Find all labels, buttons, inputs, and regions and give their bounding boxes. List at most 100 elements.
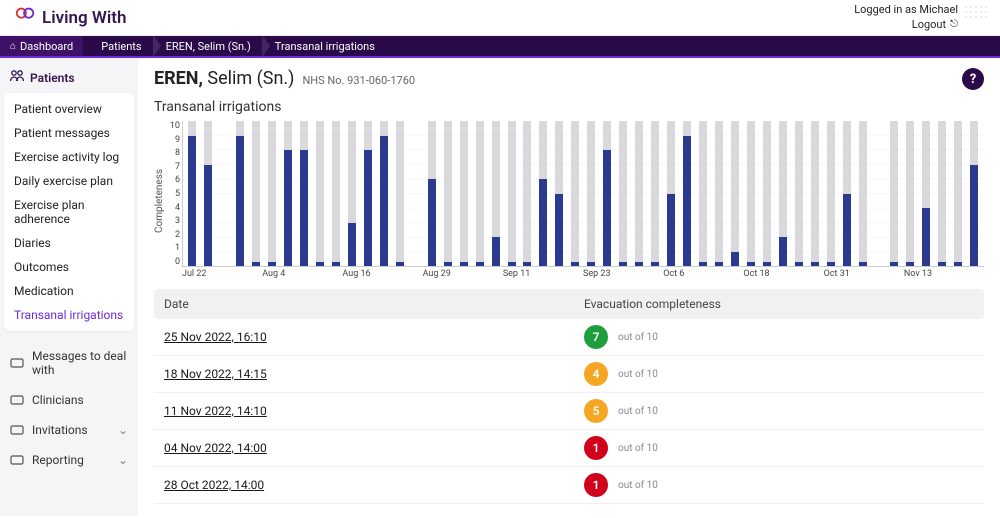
home-icon: ⌂ [10, 41, 16, 52]
sidebar-item[interactable]: Exercise activity log [4, 145, 134, 169]
chart-xtick: Aug 4 [262, 269, 342, 281]
chart-bar [743, 121, 758, 266]
chart-yaxis: 109876543210 [168, 121, 182, 281]
chart-bar [696, 121, 711, 266]
logged-in-text: Logged in as Michael [854, 3, 958, 17]
reading-date-link[interactable]: 11 Nov 2022, 14:10 [164, 404, 267, 418]
reading-date-link[interactable]: 18 Nov 2022, 14:15 [164, 367, 267, 381]
chart-bar [919, 121, 934, 266]
reading-date-link[interactable]: 04 Nov 2022, 14:00 [164, 441, 267, 455]
chart-bar [456, 121, 471, 266]
score-badge: 7 [584, 325, 608, 349]
chart-bar [823, 121, 838, 266]
chart-bar [775, 121, 790, 266]
chart-xtick: Oct 31 [824, 269, 904, 281]
chart-bar [711, 121, 726, 266]
help-button[interactable]: ? [962, 68, 984, 90]
breadcrumb-item[interactable]: Transanal irrigations [265, 40, 389, 53]
sidebar-item[interactable]: Exercise plan adherence [4, 193, 134, 231]
chart-xtick: Jul 22 [182, 269, 262, 281]
sidebar-row-message[interactable]: Messages to deal with [0, 341, 138, 385]
chart-bar [552, 121, 567, 266]
sidebar-item[interactable]: Daily exercise plan [4, 169, 134, 193]
sidebar-heading-patients[interactable]: Patients [0, 62, 138, 93]
logout-link[interactable]: Logout [912, 18, 946, 32]
chart-bar [951, 121, 966, 266]
breadcrumb-home-label: Dashboard [20, 40, 73, 53]
reading-date-link[interactable]: 25 Nov 2022, 16:10 [164, 330, 267, 344]
table-row: 25 Nov 2022, 16:10 7 out of 10 [154, 319, 984, 356]
out-of-label: out of 10 [618, 369, 658, 380]
chart-bar [839, 121, 854, 266]
chart-bar [488, 121, 503, 266]
chart-bar [664, 121, 679, 266]
chart-xaxis: Jul 22Aug 4Aug 16Aug 29Sep 11Sep 23Oct 6… [182, 267, 984, 281]
chart-bar [632, 121, 647, 266]
chart-bar [536, 121, 551, 266]
sidebar-row-label: Messages to deal with [32, 349, 128, 377]
out-of-label: out of 10 [618, 406, 658, 417]
envelope-icon [10, 424, 24, 436]
chart-bar [600, 121, 615, 266]
chart-bar [265, 121, 280, 266]
chart-bars [182, 121, 984, 267]
chart-bar [217, 121, 232, 266]
sidebar-item[interactable]: Transanal irrigations [4, 303, 134, 327]
chart-xtick: Sep 23 [583, 269, 663, 281]
chart-bar [648, 121, 663, 266]
sidebar-row-envelope[interactable]: Invitations⌄ [0, 415, 138, 445]
chart-bar [967, 121, 982, 266]
brand-name: Living With [42, 8, 126, 28]
patient-surname: EREN, [154, 68, 203, 89]
page-title: EREN, Selim (Sn.) NHS No. 931-060-1760 [154, 68, 984, 89]
col-header-ec: Evacuation completeness [574, 289, 984, 319]
reading-date-link[interactable]: 28 Oct 2022, 14:00 [164, 478, 264, 492]
decorative-dots-icon [964, 5, 990, 25]
chart-bar [233, 121, 248, 266]
out-of-label: out of 10 [618, 443, 658, 454]
chart-bar [935, 121, 950, 266]
out-of-label: out of 10 [618, 332, 658, 343]
main-content: ? EREN, Selim (Sn.) NHS No. 931-060-1760… [138, 58, 1000, 516]
score-badge: 1 [584, 473, 608, 497]
breadcrumb-home[interactable]: ⌂ Dashboard [0, 36, 83, 56]
chart-bar [440, 121, 455, 266]
sidebar: Patients Patient overviewPatient message… [0, 58, 138, 516]
sidebar-row-label: Reporting [32, 453, 84, 467]
breadcrumb-item[interactable]: EREN, Selim (Sn.) [156, 40, 265, 53]
sidebar-patient-menu: Patient overviewPatient messagesExercise… [4, 93, 134, 331]
chart-bar [520, 121, 535, 266]
sidebar-item[interactable]: Patient messages [4, 121, 134, 145]
app-header: Living With Logged in as Michael Logout … [0, 0, 1000, 36]
sidebar-heading-label: Patients [30, 71, 75, 85]
chart-bar [392, 121, 407, 266]
brand: Living With [14, 6, 126, 29]
nhs-number: NHS No. 931-060-1760 [302, 74, 415, 87]
breadcrumb-item[interactable]: Patients [91, 40, 155, 53]
sidebar-item[interactable]: Diaries [4, 231, 134, 255]
logo-icon [14, 6, 36, 29]
chart-bar [360, 121, 375, 266]
completeness-chart: Completeness 109876543210 Jul 22Aug 4Aug… [154, 121, 984, 281]
sidebar-item[interactable]: Medication [4, 279, 134, 303]
chart-xtick: Oct 18 [743, 269, 823, 281]
breadcrumb: ⌂ Dashboard PatientsEREN, Selim (Sn.)Tra… [0, 36, 1000, 58]
chart-bar [297, 121, 312, 266]
chart-bar [201, 121, 216, 266]
score-badge: 4 [584, 362, 608, 386]
chart-bar [871, 121, 886, 266]
chart-bar [791, 121, 806, 266]
chart-xtick: Oct 6 [663, 269, 743, 281]
chart-bar [313, 121, 328, 266]
chevron-down-icon: ⌄ [118, 423, 128, 437]
chart-bar [855, 121, 870, 266]
table-row: 04 Nov 2022, 14:00 1 out of 10 [154, 430, 984, 467]
sidebar-item[interactable]: Patient overview [4, 97, 134, 121]
sidebar-item[interactable]: Outcomes [4, 255, 134, 279]
sidebar-row-person[interactable]: Clinicians [0, 385, 138, 415]
sidebar-row-chart[interactable]: Reporting⌄ [0, 445, 138, 475]
score-badge: 1 [584, 436, 608, 460]
chart-icon [10, 454, 24, 466]
message-icon [10, 357, 24, 369]
table-row: 28 Oct 2022, 14:001out of 10 [154, 467, 984, 504]
